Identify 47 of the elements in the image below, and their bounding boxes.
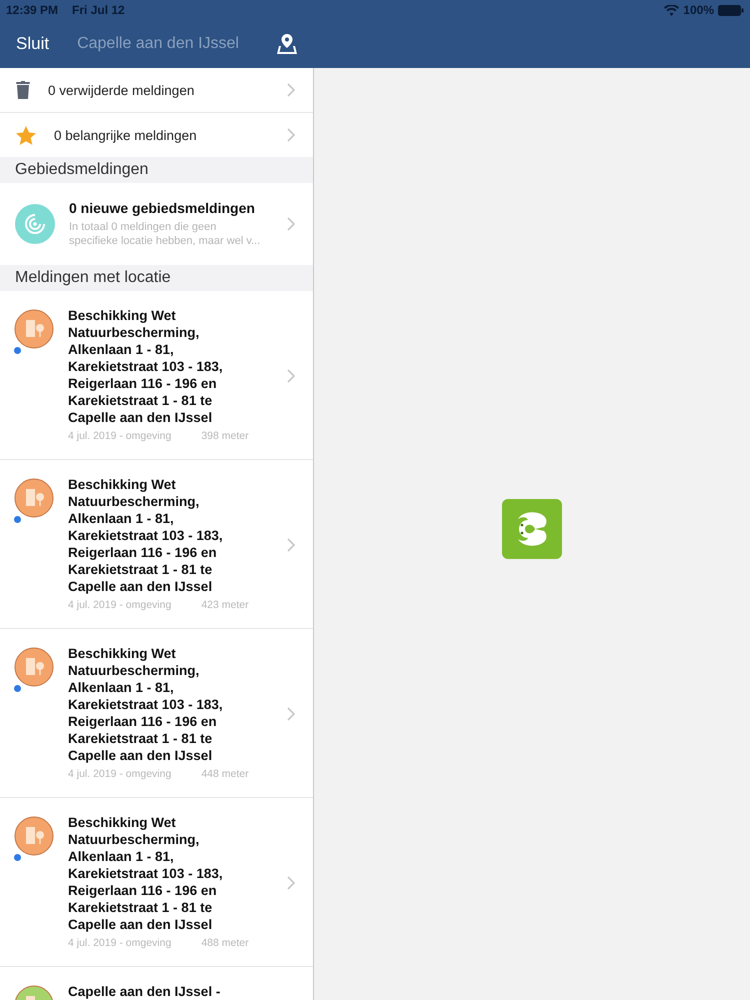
item-title: Beschikking Wet Natuurbescherming, Alkenlaan 1 - 81, Karekietstraat 103 - 183, Reigerlaan 116 - 196 en Karekietstraat 1 - 81 te Capelle aan den IJssel — [68, 645, 224, 764]
battery-percent: 100% — [683, 3, 714, 17]
trash-icon — [16, 81, 30, 99]
item-title: Capelle aan den IJssel - — [68, 983, 222, 1000]
item-date: 4 jul. 2019 - omgeving — [68, 937, 172, 949]
list-item[interactable]: Beschikking Wet Natuurbescherming, Alkenlaan 1 - 81, Karekietstraat 103 - 183, Reigerlaan 116 - 196 en Karekietstraat 1 - 81 te Capelle aan den IJssel 4 jul. 2019 - omgeving 488 meter — [0, 798, 313, 967]
item-distance: 398 meter — [201, 430, 249, 442]
list-item[interactable]: Beschikking Wet Natuurbescherming, Alkenlaan 1 - 81, Karekietstraat 103 - 183, Reigerlaan 116 - 196 en Karekietstraat 1 - 81 te Capelle aan den IJssel 4 jul. 2019 - omgeving 423 meter — [0, 460, 313, 629]
unread-dot — [14, 854, 21, 861]
chevron-icon — [287, 538, 295, 552]
status-time: 12:39 PM — [6, 3, 58, 17]
section-header: Meldingen met locatie — [0, 265, 313, 291]
chevron-icon — [287, 876, 295, 890]
chevron-icon — [287, 83, 295, 97]
item-distance: 448 meter — [201, 768, 249, 780]
chevron-icon — [287, 368, 295, 382]
battery-icon — [718, 4, 744, 16]
status-date: Fri Jul 12 — [72, 3, 125, 17]
close-button[interactable]: Sluit — [16, 34, 50, 54]
wifi-icon — [664, 4, 680, 16]
chevron-icon — [287, 217, 295, 231]
item-date: 4 jul. 2019 - omgeving — [68, 599, 172, 611]
list-item[interactable]: Beschikking Wet Natuurbescherming, Alkenlaan 1 - 81, Karekietstraat 103 - 183, Reigerlaan 116 - 196 en Karekietstraat 1 - 81 te Capelle aan den IJssel 4 jul. 2019 - omgeving 398 meter — [0, 291, 313, 460]
star-icon — [16, 126, 36, 144]
map-pin-icon[interactable] — [277, 33, 297, 55]
chevron-icon — [287, 128, 295, 142]
item-title: Beschikking Wet Natuurbescherming, Alkenlaan 1 - 81, Karekietstraat 103 - 183, Reigerlaan 116 - 196 en Karekietstraat 1 - 81 te Capelle aan den IJssel — [68, 476, 224, 595]
unread-dot — [14, 516, 21, 523]
list-item[interactable]: Capelle aan den IJssel - — [0, 967, 313, 1000]
item-subtitle: In totaal 0 meldingen die geen specifieke locatie hebben, maar wel v... — [69, 220, 262, 248]
unread-dot — [14, 347, 21, 354]
nav-title: Capelle aan den IJssel — [77, 35, 240, 53]
list-item[interactable]: 0 nieuwe gebiedsmeldingen In totaal 0 meldingen die geen specifieke locatie hebben, maar wel v... — [0, 183, 313, 265]
item-title: Beschikking Wet Natuurbescherming, Alkenlaan 1 - 81, Karekietstraat 103 - 183, Reigerlaan 116 - 196 en Karekietstraat 1 - 81 te Capelle aan den IJssel — [68, 307, 224, 426]
item-title: 0 nieuwe gebiedsmeldingen — [69, 200, 256, 216]
section-header: Gebiedsmeldingen — [0, 157, 313, 183]
item-distance: 488 meter — [201, 937, 249, 949]
app-logo — [502, 499, 562, 559]
radar-icon — [15, 204, 55, 244]
item-distance: 423 meter — [201, 599, 249, 611]
item-date: 4 jul. 2019 - omgeving — [68, 430, 172, 442]
list-item[interactable]: 0 verwijderde meldingen — [0, 68, 313, 112]
item-title: Beschikking Wet Natuurbescherming, Alkenlaan 1 - 81, Karekietstraat 103 - 183, Reigerlaan 116 - 196 en Karekietstraat 1 - 81 te Capelle aan den IJssel — [68, 814, 224, 933]
list-item[interactable]: Beschikking Wet Natuurbescherming, Alkenlaan 1 - 81, Karekietstraat 103 - 183, Reigerlaan 116 - 196 en Karekietstraat 1 - 81 te Capelle aan den IJssel 4 jul. 2019 - omgeving 448 meter — [0, 629, 313, 798]
item-date: 4 jul. 2019 - omgeving — [68, 768, 172, 780]
chevron-icon — [287, 706, 295, 720]
unread-dot — [14, 685, 21, 692]
